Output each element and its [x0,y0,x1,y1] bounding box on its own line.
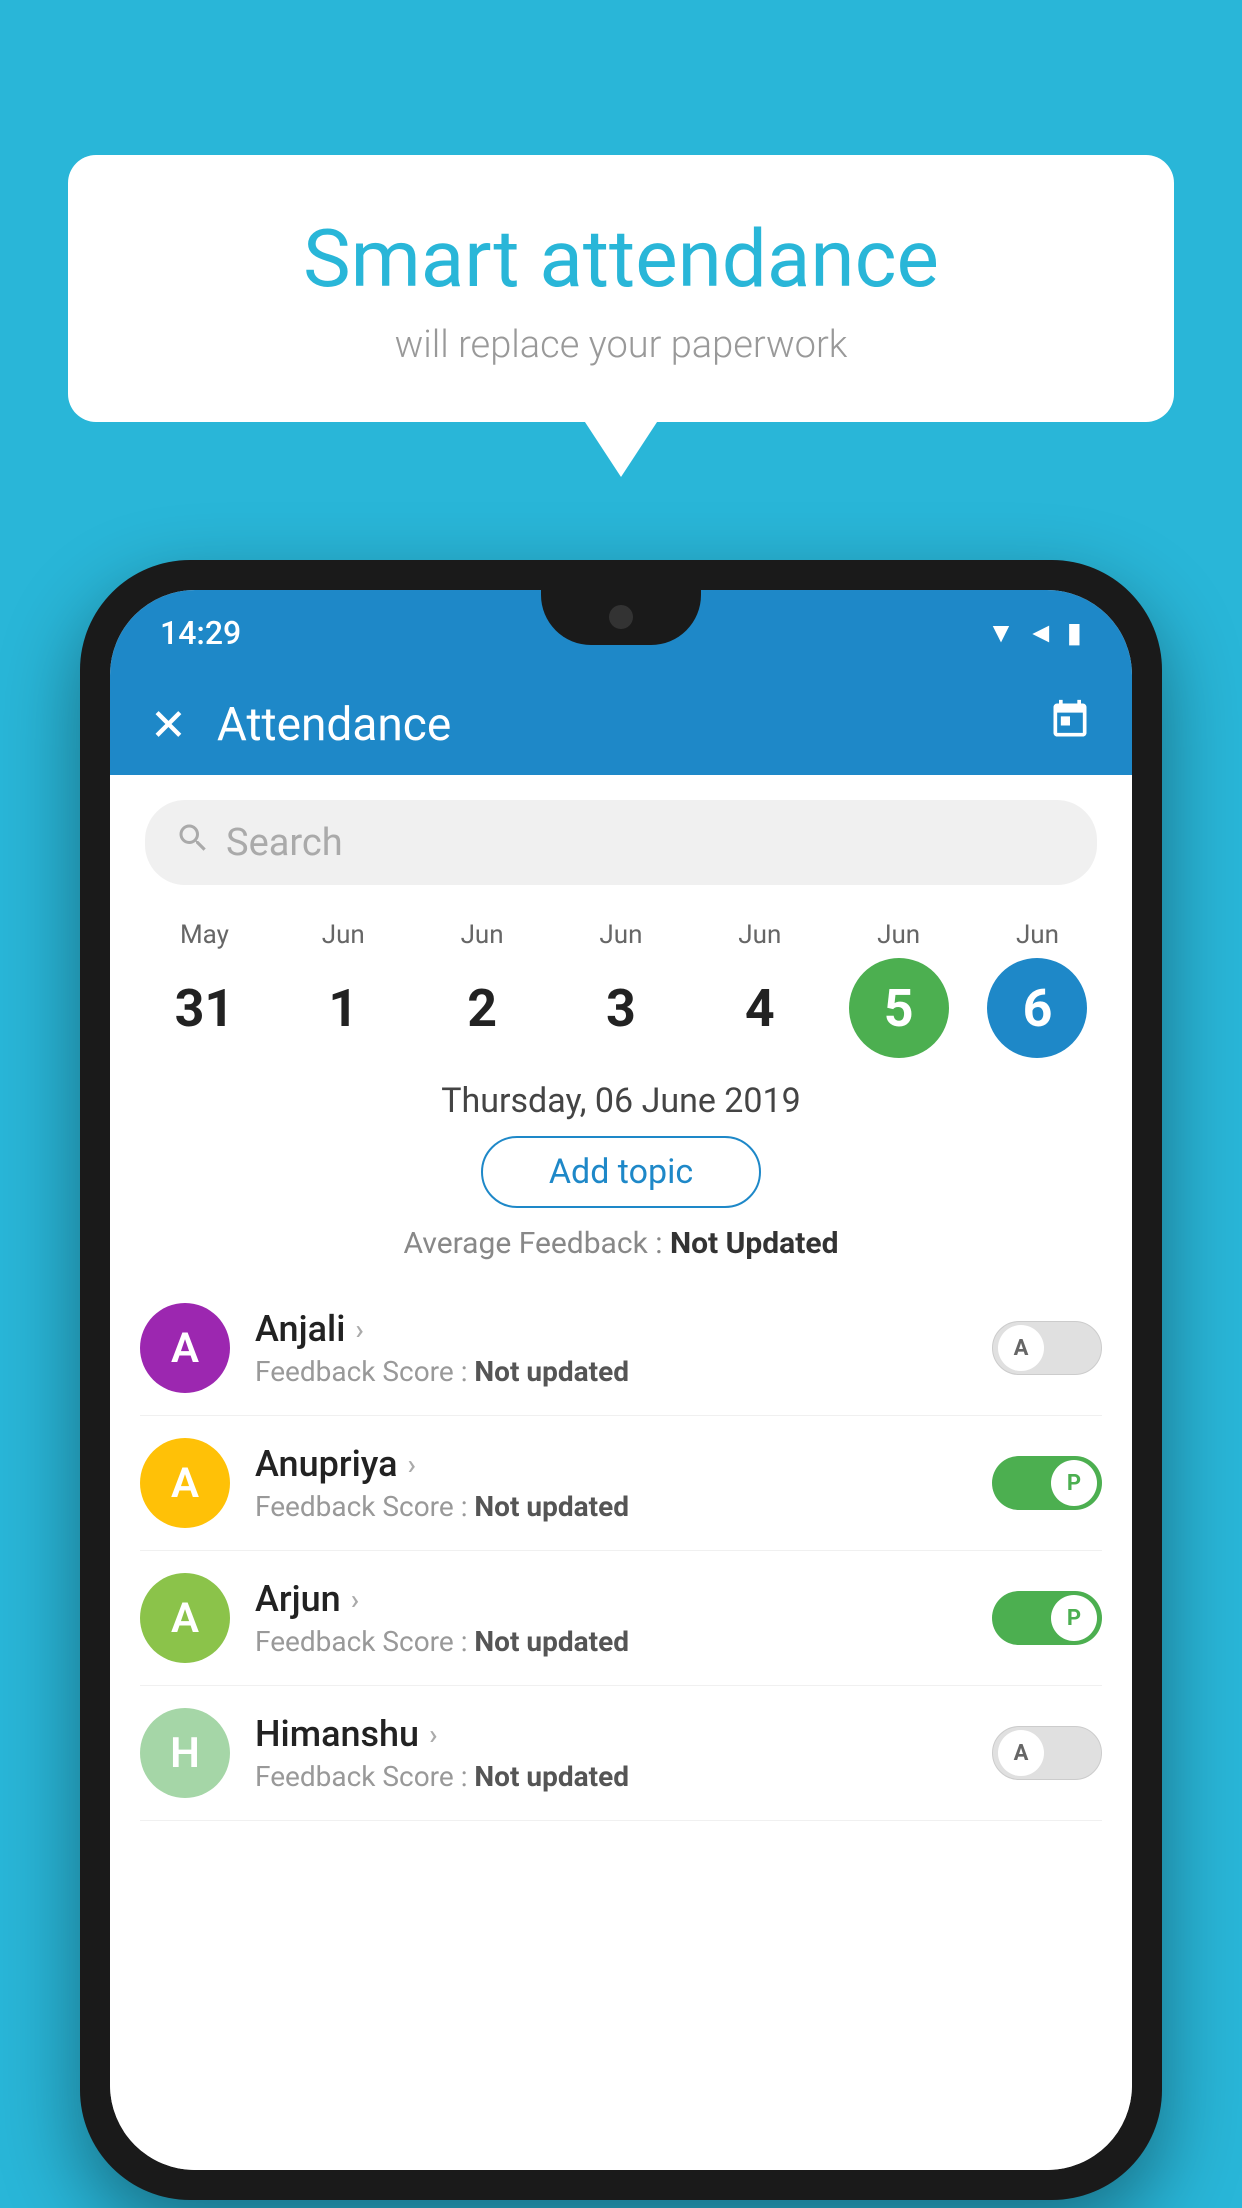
attendance-toggle[interactable]: P [992,1591,1102,1645]
header-title: Attendance [217,698,1048,752]
toggle-knob: A [998,1325,1044,1371]
student-item[interactable]: A Anupriya › Feedback Score : Not updated P [140,1416,1102,1551]
day-number: 2 [432,958,532,1058]
student-avatar: A [140,1438,230,1528]
avg-feedback-label: Average Feedback : [404,1226,670,1261]
app-header: ✕ Attendance [110,675,1132,775]
battery-icon: ▮ [1067,616,1082,649]
chevron-icon: › [351,1583,359,1616]
student-item[interactable]: H Himanshu › Feedback Score : Not updatedA [140,1686,1102,1821]
day-number: 4 [710,958,810,1058]
search-placeholder: Search [226,821,343,865]
calendar-day[interactable]: Jun 1 [278,920,408,1058]
avg-feedback: Average Feedback : Not Updated [110,1226,1132,1261]
phone-screen: 14:29 ▼ ◄ ▮ ✕ Attendance [110,590,1132,2170]
close-button[interactable]: ✕ [150,699,187,751]
student-info: Anupriya › Feedback Score : Not updated [255,1443,992,1523]
day-number: 3 [571,958,671,1058]
student-name: Anjali › [255,1308,992,1350]
wifi-icon: ▼ [987,616,1015,649]
app-content: Search May 31 Jun 1 Jun 2 Jun 3 Jun 4 Jun 5 Jun 6 Thu… [110,775,1132,2170]
phone-notch [541,590,701,645]
calendar-day[interactable]: Jun 3 [556,920,686,1058]
attendance-toggle[interactable]: A [992,1726,1102,1780]
calendar-day[interactable]: May 31 [139,920,269,1058]
student-item[interactable]: A Arjun › Feedback Score : Not updated P [140,1551,1102,1686]
calendar-icon[interactable] [1048,698,1092,753]
avg-feedback-value: Not Updated [670,1226,839,1261]
student-score: Feedback Score : Not updated [255,1760,992,1793]
student-name: Himanshu › [255,1713,992,1755]
student-avatar: A [140,1303,230,1393]
attendance-toggle[interactable]: A [992,1321,1102,1375]
speech-bubble-title: Smart attendance [118,215,1124,303]
student-info: Arjun › Feedback Score : Not updated [255,1578,992,1658]
calendar-day[interactable]: Jun 4 [695,920,825,1058]
student-score: Feedback Score : Not updated [255,1490,992,1523]
student-info: Himanshu › Feedback Score : Not updated [255,1713,992,1793]
day-number: 1 [293,958,393,1058]
camera-notch [609,605,633,629]
selected-date: Thursday, 06 June 2019 [110,1081,1132,1121]
day-month-label: Jun [322,920,365,950]
student-list: AAnjali ›Feedback Score : Not updatedAAA… [110,1281,1132,1821]
search-bar[interactable]: Search [145,800,1097,885]
toggle-knob: P [1051,1595,1097,1641]
speech-bubble: Smart attendance will replace your paper… [68,155,1174,422]
calendar-day[interactable]: Jun 6 [972,920,1102,1058]
day-month-label: May [180,920,229,950]
student-name: Anupriya › [255,1443,992,1485]
chevron-icon: › [355,1313,363,1346]
day-number: 6 [987,958,1087,1058]
chevron-icon: › [429,1718,437,1751]
student-score: Feedback Score : Not updated [255,1355,992,1388]
signal-icon: ◄ [1027,616,1055,649]
student-avatar: H [140,1708,230,1798]
toggle-knob: A [998,1730,1044,1776]
day-month-label: Jun [1016,920,1059,950]
day-month-label: Jun [877,920,920,950]
speech-bubble-subtitle: will replace your paperwork [118,323,1124,367]
student-score: Feedback Score : Not updated [255,1625,992,1658]
student-name: Arjun › [255,1578,992,1620]
phone-frame: 14:29 ▼ ◄ ▮ ✕ Attendance [80,560,1162,2200]
search-icon [175,820,211,866]
phone-wrapper: 14:29 ▼ ◄ ▮ ✕ Attendance [80,560,1162,2208]
day-number: 31 [154,958,254,1058]
calendar-day[interactable]: Jun 5 [834,920,964,1058]
student-avatar: A [140,1573,230,1663]
chevron-icon: › [408,1448,416,1481]
student-info: Anjali › Feedback Score : Not updated [255,1308,992,1388]
status-icons: ▼ ◄ ▮ [987,616,1082,649]
day-number: 5 [849,958,949,1058]
day-month-label: Jun [461,920,504,950]
calendar-row: May 31 Jun 1 Jun 2 Jun 3 Jun 4 Jun 5 Jun 6 [110,910,1132,1063]
day-month-label: Jun [738,920,781,950]
student-item[interactable]: AAnjali ›Feedback Score : Not updatedA [140,1281,1102,1416]
toggle-knob: P [1051,1460,1097,1506]
add-topic-button[interactable]: Add topic [481,1136,761,1208]
calendar-day[interactable]: Jun 2 [417,920,547,1058]
attendance-toggle[interactable]: P [992,1456,1102,1510]
day-month-label: Jun [599,920,642,950]
